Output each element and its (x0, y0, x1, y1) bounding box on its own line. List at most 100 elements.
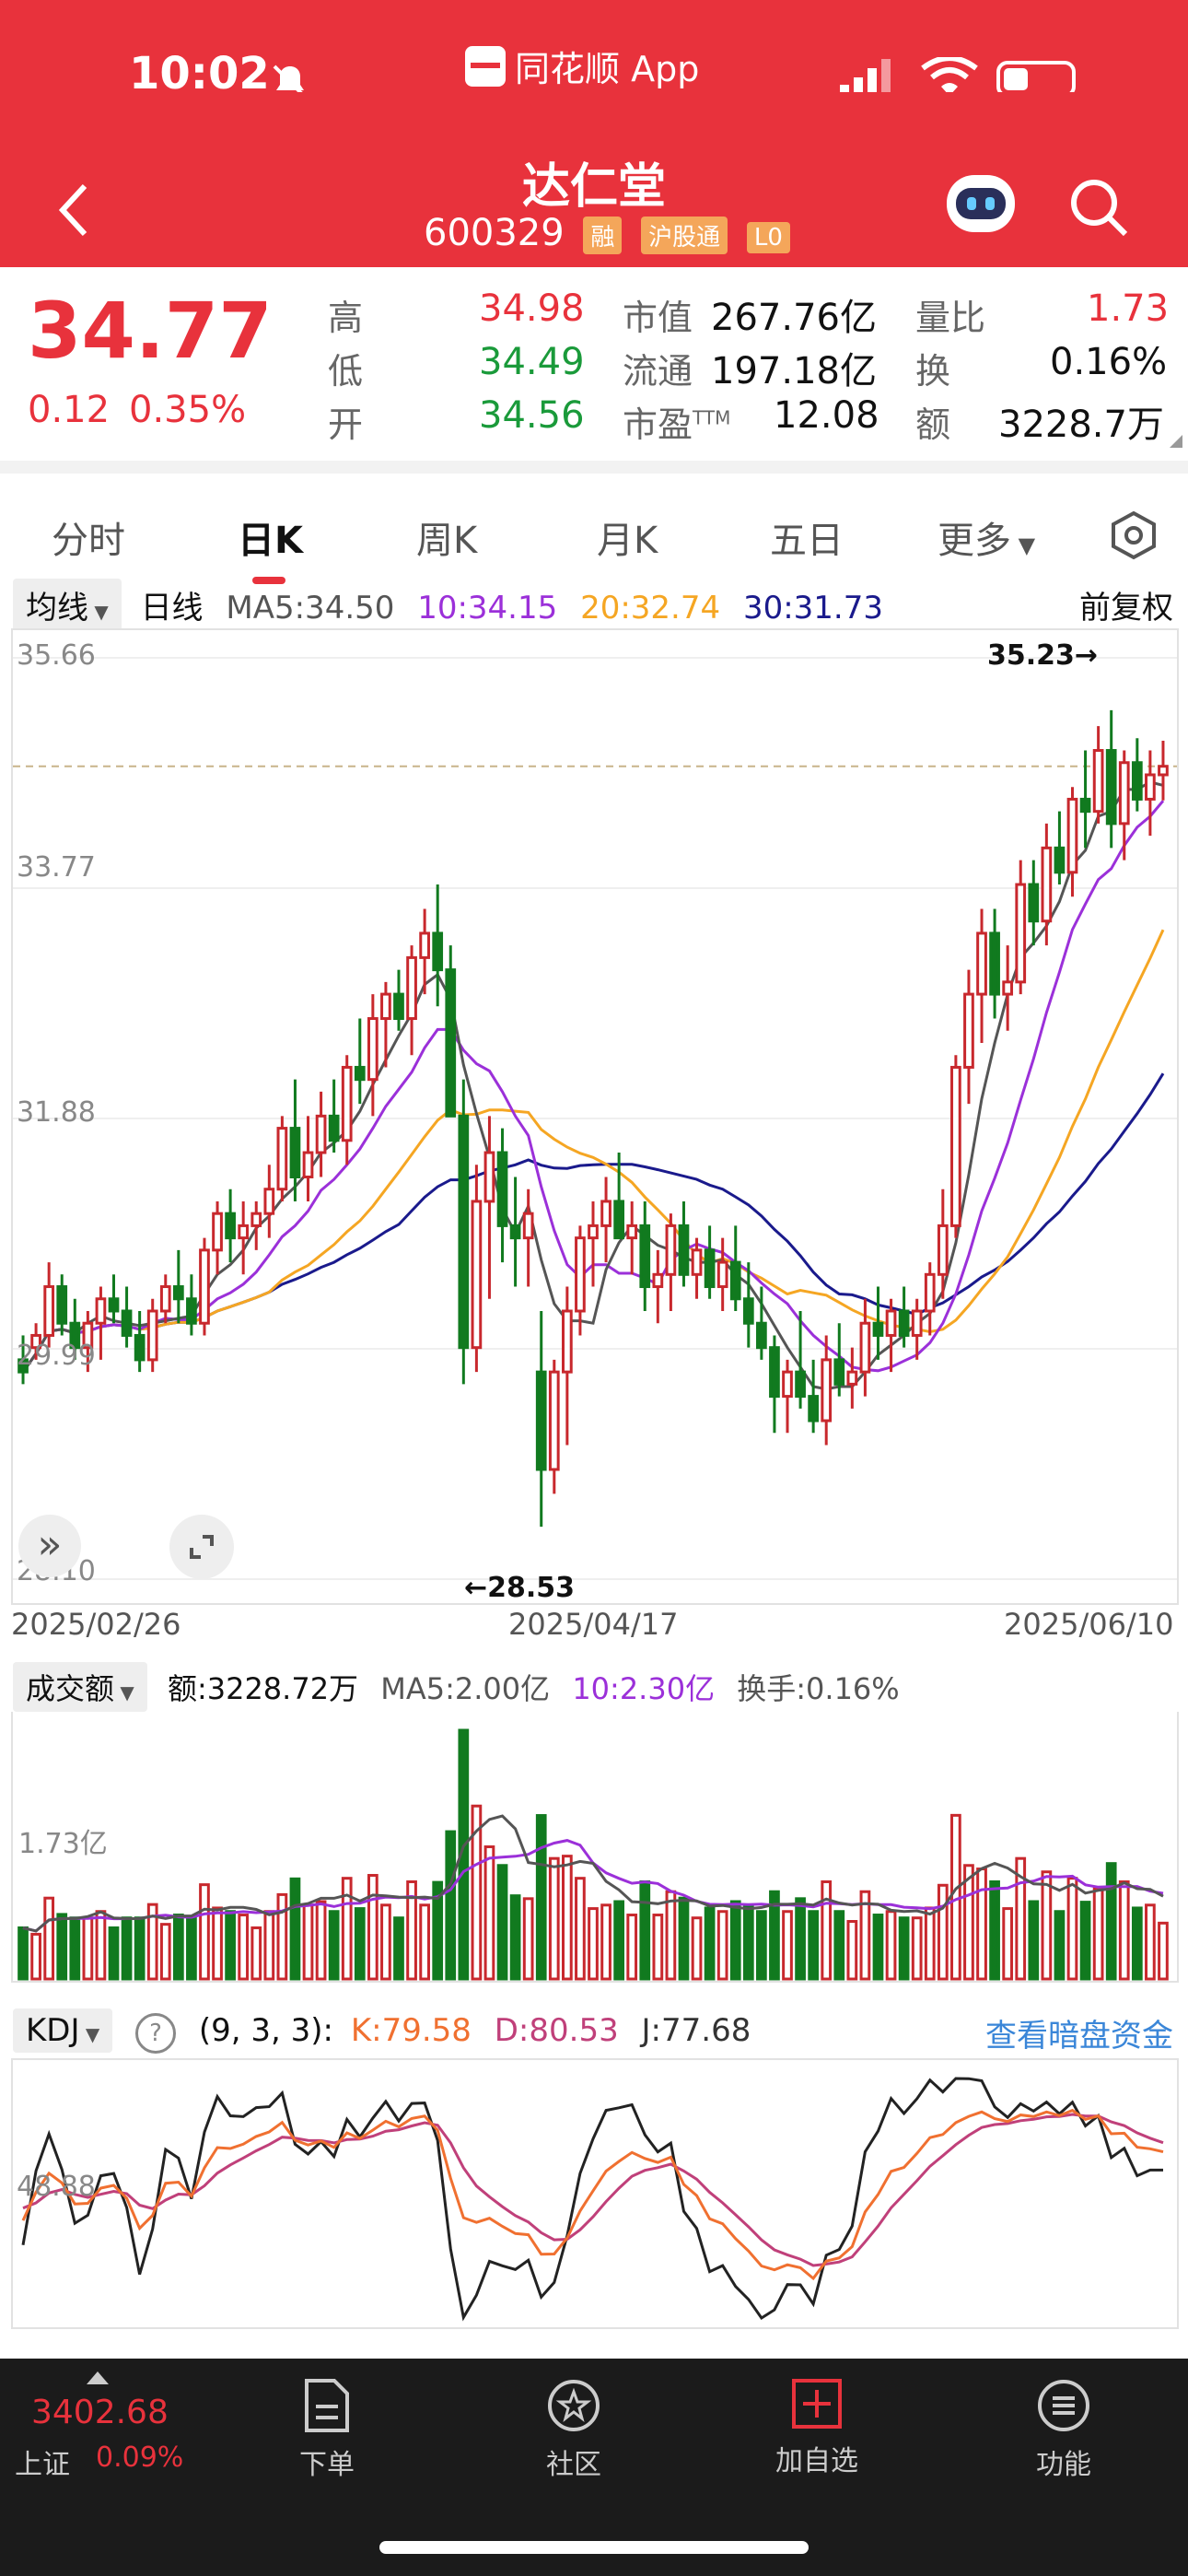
tab-intraday[interactable]: 分时 (52, 510, 125, 564)
candle (108, 1274, 120, 1324)
volume-bar (575, 1877, 586, 1981)
candle (238, 1200, 250, 1275)
candle-body (613, 1200, 624, 1240)
candle-body (186, 1297, 197, 1325)
candle (1092, 726, 1104, 824)
volume-bar (665, 1890, 677, 1981)
candle (250, 1200, 262, 1250)
candle (846, 1347, 858, 1409)
kdj-y-label: 48.88 (17, 2171, 96, 2203)
tag-stock-connect: 沪股通 (641, 217, 728, 254)
candle-body (950, 1065, 961, 1227)
app-logo-icon (465, 45, 506, 87)
volume-bar (95, 1910, 107, 1981)
volume-bar (1002, 1907, 1014, 1981)
candle-body (963, 992, 974, 1069)
settings-hexagon-icon[interactable] (1109, 510, 1159, 560)
candle-body (937, 1224, 949, 1276)
candle-body (95, 1297, 107, 1325)
candle-body (911, 1309, 923, 1337)
ma-selector[interactable]: 均线 ▼ (13, 579, 122, 631)
pe-label: 市盈TTM (623, 404, 731, 445)
nav-community[interactable]: 社区 (523, 2377, 624, 2482)
search-icon[interactable] (1068, 177, 1129, 238)
candle (1066, 787, 1078, 897)
candle-body (1145, 773, 1156, 801)
volume-bar (846, 1919, 858, 1981)
volume-bar (833, 1910, 845, 1981)
candle (1002, 945, 1014, 1031)
dark-pool-link[interactable]: 查看暗盘资金 (985, 2010, 1173, 2055)
kdj-params: (9, 3, 3): (198, 2012, 334, 2049)
y-tick-label: 33.77 (17, 851, 96, 884)
volume-bar (483, 1845, 495, 1981)
volume-ratio-value: 1.73 (1087, 287, 1170, 330)
amount-value: 3228.7万 (998, 404, 1164, 446)
turnover-value: 0.16% (1050, 341, 1168, 383)
add-square-icon (792, 2379, 842, 2429)
volume-bar (56, 1913, 68, 1981)
y-tick-label: 29.99 (17, 1340, 96, 1372)
volume-bar (419, 1903, 430, 1981)
candle-body (471, 1200, 483, 1350)
volume-bar (729, 1900, 741, 1981)
y-tick-label: 35.66 (17, 639, 96, 672)
candle (522, 1188, 534, 1287)
volume-bar (159, 1923, 171, 1981)
index-value[interactable]: 3402.68 (31, 2394, 169, 2431)
volume-bar (976, 1868, 987, 1981)
candle-body (393, 992, 404, 1021)
candle (225, 1188, 236, 1263)
candle-body (146, 1309, 158, 1362)
x-tick-label: 2025/04/17 (508, 1607, 679, 1642)
candle (354, 1018, 366, 1105)
pe-value: 12.08 (774, 394, 879, 437)
candle-body (56, 1285, 68, 1325)
kdj-chart[interactable]: 48.88 (11, 2058, 1179, 2329)
fullscreen-icon[interactable] (169, 1515, 234, 1579)
nav-order[interactable]: 下单 (276, 2377, 378, 2482)
min-price-label: ←28.53 (464, 1572, 576, 1604)
candle-body (380, 992, 391, 1021)
tab-daily-k[interactable]: 日K (238, 510, 303, 564)
candle-body (1028, 883, 1040, 923)
candle (1015, 860, 1027, 995)
candle-body (108, 1297, 120, 1313)
volume-bar (1054, 1910, 1066, 1981)
volume-bar (1092, 1886, 1104, 1981)
candle-body (1131, 761, 1143, 801)
volume-selector[interactable]: 成交额 ▼ (13, 1662, 147, 1712)
candle-body (496, 1151, 508, 1227)
tab-five-day[interactable]: 五日 (770, 510, 844, 564)
candle (535, 1310, 547, 1528)
candle (885, 1298, 897, 1373)
nav-functions[interactable]: 功能 (1013, 2377, 1114, 2482)
tab-weekly-k[interactable]: 周K (416, 510, 477, 564)
volume-bar (393, 1916, 404, 1981)
help-icon[interactable]: ? (135, 2013, 177, 2054)
nav-add-watchlist[interactable]: 加自选 (766, 2377, 868, 2478)
expand-left-icon[interactable]: » (18, 1515, 81, 1577)
kline-period: 日线 (140, 590, 204, 626)
volume-chart[interactable]: 1.73亿 (11, 1712, 1179, 1983)
candle (963, 969, 974, 1105)
candle-body (199, 1248, 210, 1325)
tab-monthly-k[interactable]: 月K (597, 510, 658, 564)
float-value: 197.18亿 (711, 350, 877, 392)
candle-body (639, 1224, 651, 1289)
candle (639, 1200, 651, 1311)
robot-assistant-icon[interactable] (947, 175, 1015, 232)
kline-chart[interactable]: 35.66 33.77 31.88 29.99 28.10 35.23→ ←28… (11, 628, 1179, 1605)
volume-bar (43, 1896, 55, 1981)
kdj-d: D:80.53 (494, 2012, 619, 2049)
candle (432, 884, 444, 1007)
candle (976, 908, 987, 1043)
volume-bar (1145, 1903, 1156, 1981)
candle-body (1092, 749, 1104, 814)
candle (691, 1237, 703, 1299)
expand-corner-icon[interactable] (1170, 435, 1182, 448)
adjust-mode[interactable]: 前复权 (1079, 582, 1173, 627)
candle-body (1079, 797, 1091, 814)
kdj-selector[interactable]: KDJ ▼ (13, 2008, 113, 2053)
tab-more[interactable]: 更多 ▼ (938, 510, 1035, 564)
